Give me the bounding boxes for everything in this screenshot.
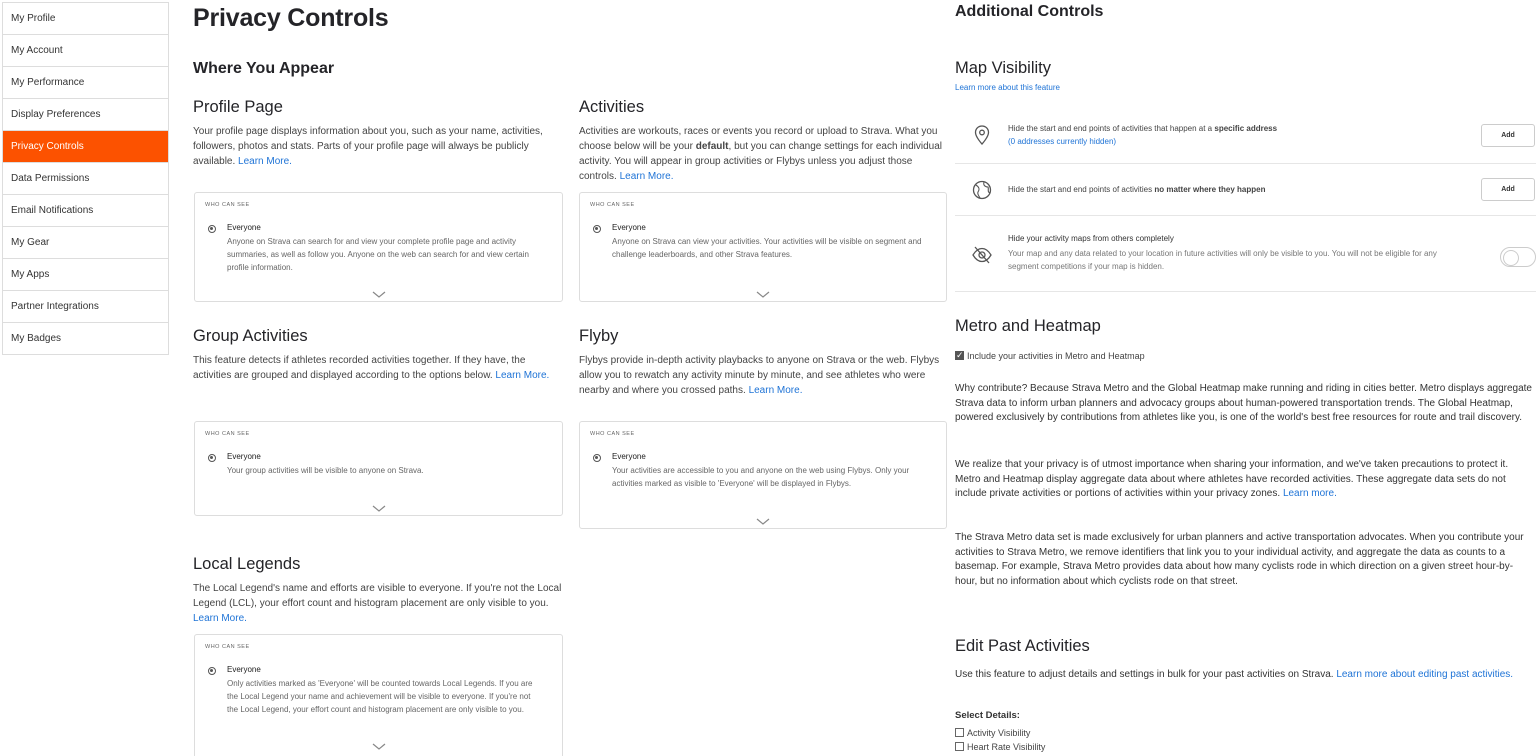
map-row-specific-address: Hide the start and end points of activit… bbox=[955, 108, 1536, 164]
option-description: Your activities are accessible to you an… bbox=[612, 466, 910, 488]
metro-learn-more-link[interactable]: Learn more. bbox=[1283, 488, 1337, 499]
option-description: Anyone on Strava can view your activitie… bbox=[612, 237, 922, 259]
add-address-button[interactable]: Add bbox=[1481, 124, 1535, 147]
legends-learn-more-link[interactable]: Learn More. bbox=[193, 613, 247, 624]
sidebar-item-my-account[interactable]: My Account bbox=[3, 35, 168, 67]
sidebar-item-partner-integrations[interactable]: Partner Integrations bbox=[3, 291, 168, 323]
profile-page-title: Profile Page bbox=[193, 98, 283, 116]
local-legends-description: The Local Legend's name and efforts are … bbox=[193, 583, 562, 624]
add-everywhere-button[interactable]: Add bbox=[1481, 178, 1535, 201]
section-title-where-you-appear: Where You Appear bbox=[193, 60, 335, 77]
flyby-description: Flybys provide in-depth activity playbac… bbox=[579, 355, 940, 396]
metro-checkbox[interactable] bbox=[955, 349, 964, 361]
who-can-see-label: Who can see bbox=[590, 202, 635, 208]
option-description: Your group activities will be visible to… bbox=[227, 466, 424, 475]
radio-everyone[interactable] bbox=[593, 225, 601, 233]
chevron-down-icon[interactable] bbox=[371, 743, 387, 751]
metro-paragraph-2: We realize that your privacy is of utmos… bbox=[955, 459, 1509, 499]
flyby-title: Flyby bbox=[579, 327, 619, 345]
option-label: Everyone bbox=[227, 223, 261, 232]
activities-title: Activities bbox=[579, 98, 645, 116]
metro-checkbox-row[interactable]: Include your activities in Metro and Hea… bbox=[955, 349, 1145, 361]
map-row-text: Hide the start and end points of activit… bbox=[1008, 124, 1278, 146]
activity-visibility-checkbox[interactable] bbox=[955, 728, 964, 737]
group-activities-title: Group Activities bbox=[193, 327, 308, 345]
flyby-learn-more-link[interactable]: Learn More. bbox=[749, 385, 803, 396]
radio-everyone[interactable] bbox=[208, 454, 216, 462]
edit-learn-more-link[interactable]: Learn more about editing past activities… bbox=[1336, 669, 1513, 680]
chevron-down-icon[interactable] bbox=[755, 518, 771, 526]
sidebar-item-my-badges[interactable]: My Badges bbox=[3, 323, 168, 355]
profile-page-description: Your profile page displays information a… bbox=[193, 126, 543, 167]
flyby-visibility-card[interactable]: Who can see Everyone Your activities are… bbox=[579, 421, 947, 529]
eye-slash-icon bbox=[972, 246, 992, 264]
map-row-everywhere: Hide the start and end points of activit… bbox=[955, 164, 1536, 216]
local-legends-title: Local Legends bbox=[193, 555, 301, 573]
sidebar-item-my-apps[interactable]: My Apps bbox=[3, 259, 168, 291]
option-description: Only activities marked as 'Everyone' wil… bbox=[227, 679, 533, 714]
settings-sidebar: My Profile My Account My Performance Dis… bbox=[2, 2, 169, 355]
who-can-see-label: Who can see bbox=[205, 644, 250, 650]
select-details-label: Select Details: bbox=[955, 710, 1020, 721]
edit-past-activities-title: Edit Past Activities bbox=[955, 637, 1090, 655]
location-pin-icon bbox=[974, 125, 990, 145]
legends-visibility-card[interactable]: Who can see Everyone Only activities mar… bbox=[194, 634, 563, 756]
sidebar-item-data-permissions[interactable]: Data Permissions bbox=[3, 163, 168, 195]
sidebar-item-privacy-controls[interactable]: Privacy Controls bbox=[3, 131, 168, 163]
hidden-addresses-link[interactable]: (0 addresses currently hidden) bbox=[1008, 137, 1116, 146]
hide-maps-toggle[interactable] bbox=[1500, 247, 1536, 267]
group-learn-more-link[interactable]: Learn More. bbox=[495, 370, 549, 381]
option-heart-rate-visibility[interactable]: Heart Rate Visibility bbox=[955, 742, 1045, 752]
sidebar-item-display-preferences[interactable]: Display Preferences bbox=[3, 99, 168, 131]
option-label: Everyone bbox=[227, 665, 261, 674]
group-visibility-card[interactable]: Who can see Everyone Your group activiti… bbox=[194, 421, 563, 516]
who-can-see-label: Who can see bbox=[205, 202, 250, 208]
map-row-text: Hide the start and end points of activit… bbox=[1008, 185, 1266, 194]
sidebar-item-email-notifications[interactable]: Email Notifications bbox=[3, 195, 168, 227]
heart-rate-visibility-checkbox[interactable] bbox=[955, 742, 964, 751]
who-can-see-label: Who can see bbox=[590, 431, 635, 437]
chevron-down-icon[interactable] bbox=[755, 291, 771, 299]
radio-everyone[interactable] bbox=[208, 225, 216, 233]
group-activities-description: This feature detects if athletes recorde… bbox=[193, 355, 550, 381]
edit-past-description: Use this feature to adjust details and s… bbox=[955, 669, 1514, 680]
activities-learn-more-link[interactable]: Learn More. bbox=[620, 171, 674, 182]
metro-paragraph-3: The Strava Metro data set is made exclus… bbox=[955, 532, 1524, 587]
option-description: Anyone on Strava can search for and view… bbox=[227, 237, 529, 272]
map-row-text: Hide your activity maps from others comp… bbox=[1008, 234, 1437, 271]
option-label: Everyone bbox=[612, 223, 646, 232]
chevron-down-icon[interactable] bbox=[371, 505, 387, 513]
profile-learn-more-link[interactable]: Learn More. bbox=[238, 156, 292, 167]
activities-description: Activities are workouts, races or events… bbox=[579, 126, 942, 182]
additional-controls-title: Additional Controls bbox=[955, 3, 1104, 20]
metro-paragraph-1: Why contribute? Because Strava Metro and… bbox=[955, 383, 1532, 423]
chevron-down-icon[interactable] bbox=[371, 291, 387, 299]
globe-icon bbox=[972, 180, 992, 200]
sidebar-item-my-performance[interactable]: My Performance bbox=[3, 67, 168, 99]
option-label: Everyone bbox=[227, 452, 261, 461]
sidebar-item-my-profile[interactable]: My Profile bbox=[3, 3, 168, 35]
profile-visibility-card[interactable]: Who can see Everyone Anyone on Strava ca… bbox=[194, 192, 563, 302]
map-visibility-title: Map Visibility bbox=[955, 59, 1051, 77]
sidebar-item-my-gear[interactable]: My Gear bbox=[3, 227, 168, 259]
activities-visibility-card[interactable]: Who can see Everyone Anyone on Strava ca… bbox=[579, 192, 947, 302]
page-title: Privacy Controls bbox=[193, 4, 389, 32]
radio-everyone[interactable] bbox=[593, 454, 601, 462]
option-label: Everyone bbox=[612, 452, 646, 461]
radio-everyone[interactable] bbox=[208, 667, 216, 675]
option-activity-visibility[interactable]: Activity Visibility bbox=[955, 728, 1030, 738]
map-learn-more-link[interactable]: Learn more about this feature bbox=[955, 83, 1060, 92]
metro-heatmap-title: Metro and Heatmap bbox=[955, 317, 1101, 335]
who-can-see-label: Who can see bbox=[205, 431, 250, 437]
map-row-hide-maps: Hide your activity maps from others comp… bbox=[955, 216, 1536, 292]
